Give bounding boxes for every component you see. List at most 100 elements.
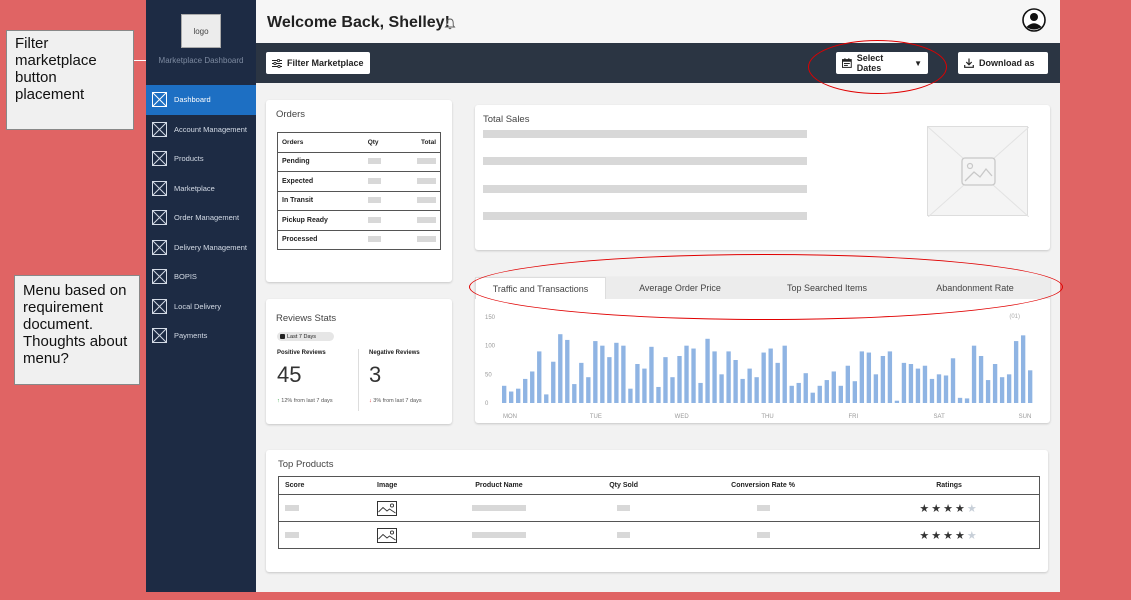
chart-bar[interactable]	[733, 360, 738, 403]
chart-bar[interactable]	[838, 385, 843, 403]
sidebar-item-dashboard[interactable]: Dashboard	[146, 85, 256, 115]
chart-bar[interactable]	[761, 352, 766, 403]
chart-bar[interactable]	[607, 357, 612, 403]
chart-bar[interactable]	[565, 339, 570, 403]
chart-bar[interactable]	[831, 371, 836, 403]
chart-bar[interactable]	[915, 368, 921, 403]
placeholder-line	[483, 185, 807, 193]
chart-bar[interactable]	[754, 377, 759, 403]
chart-bar[interactable]	[957, 397, 963, 403]
sidebar-item-account-management[interactable]: Account Management	[146, 115, 256, 145]
chart-bar[interactable]	[964, 398, 970, 403]
chart-bar[interactable]	[929, 378, 935, 403]
chart-bar[interactable]	[887, 351, 893, 403]
chart-bar[interactable]	[635, 364, 640, 403]
chart-bar[interactable]	[586, 377, 591, 403]
chart-bar[interactable]	[593, 341, 598, 403]
download-button[interactable]: Download as	[958, 52, 1048, 74]
filter-marketplace-button[interactable]: Filter Marketplace	[266, 52, 370, 74]
chart-bar[interactable]	[852, 381, 858, 403]
chart-bar[interactable]	[642, 368, 647, 403]
chart-bar[interactable]	[684, 345, 689, 403]
chart-bar[interactable]	[663, 357, 668, 403]
qty-sold-placeholder	[580, 494, 667, 522]
chart-bar[interactable]	[768, 348, 773, 403]
chart-bar[interactable]	[649, 346, 654, 403]
chart-bar[interactable]	[1027, 370, 1033, 403]
chart-bar[interactable]	[656, 386, 661, 403]
chart-bar[interactable]	[516, 388, 521, 403]
chart-bar[interactable]	[789, 385, 794, 403]
chart-bar[interactable]	[978, 355, 984, 403]
chart-bar[interactable]	[922, 365, 928, 403]
chart-bar[interactable]	[845, 365, 850, 403]
sidebar-item-order-management[interactable]: Order Management	[146, 203, 256, 233]
chart-bar[interactable]	[992, 364, 998, 403]
chart-bar[interactable]	[824, 380, 829, 403]
chart-bar[interactable]	[614, 342, 619, 403]
chart-bar[interactable]	[817, 385, 822, 403]
chart-bar[interactable]	[880, 355, 886, 403]
chart-bar[interactable]	[943, 375, 949, 403]
chart-bar[interactable]	[1020, 335, 1026, 403]
chart-bar[interactable]	[999, 377, 1005, 403]
chart-bar[interactable]	[691, 348, 696, 403]
logo[interactable]: logo	[181, 14, 221, 48]
chart-bar[interactable]	[544, 394, 549, 403]
sidebar-item-marketplace[interactable]: Marketplace	[146, 174, 256, 204]
sidebar-item-local-delivery[interactable]: Local Delivery	[146, 292, 256, 322]
chart-bar[interactable]	[726, 351, 731, 403]
legend-fragment: (01)	[1009, 314, 1020, 320]
chart-bar[interactable]	[1006, 374, 1012, 403]
chart-bar[interactable]	[971, 345, 977, 403]
chart-bar[interactable]	[523, 378, 528, 403]
chart-bar[interactable]	[628, 388, 633, 403]
chart-bar[interactable]	[502, 385, 507, 403]
image-placeholder-icon	[927, 126, 1030, 218]
chart-bar[interactable]	[747, 368, 752, 403]
chart-bar[interactable]	[698, 382, 703, 403]
chart-bar[interactable]	[894, 400, 900, 403]
chart-bar[interactable]	[719, 374, 724, 403]
chart-bar[interactable]	[985, 380, 991, 403]
chart-bar[interactable]	[1013, 341, 1019, 403]
chart-bar[interactable]	[859, 351, 865, 403]
chart-bar[interactable]	[509, 391, 514, 403]
user-avatar-icon[interactable]	[1022, 8, 1046, 32]
chart-bar[interactable]	[537, 351, 542, 403]
chart-bar[interactable]	[908, 364, 914, 403]
table-row[interactable]: ★★★★★	[277, 494, 1041, 522]
chart-bar[interactable]	[866, 352, 872, 403]
sidebar-item-bopis[interactable]: BOPIS	[146, 262, 256, 292]
last-7-days-badge[interactable]: Last 7 Days	[277, 332, 334, 341]
chart-bar[interactable]	[530, 371, 535, 403]
star-icon: ★	[919, 529, 932, 542]
chart-bar[interactable]	[677, 355, 682, 403]
chart-bar[interactable]	[621, 345, 626, 403]
chart-bar[interactable]	[810, 392, 815, 403]
chart-bar[interactable]	[936, 374, 942, 403]
chart-bar[interactable]	[950, 358, 956, 403]
chart-bar[interactable]	[558, 334, 563, 403]
chart-bar[interactable]	[705, 338, 710, 403]
chart-bar[interactable]	[551, 361, 556, 403]
chart-bar[interactable]	[901, 362, 907, 403]
sidebar-item-delivery-management[interactable]: Delivery Management	[146, 233, 256, 263]
chart-bar[interactable]	[579, 362, 584, 403]
sidebar-item-payments[interactable]: Payments	[146, 321, 256, 351]
download-icon	[964, 58, 974, 68]
bell-icon[interactable]	[443, 17, 457, 31]
sidebar-item-products[interactable]: Products	[146, 144, 256, 174]
chart-bar[interactable]	[796, 382, 801, 403]
chart-bar[interactable]	[803, 373, 808, 403]
filter-marketplace-label: Filter Marketplace	[287, 58, 364, 68]
chart-bar[interactable]	[670, 377, 675, 403]
chart-bar[interactable]	[572, 384, 577, 403]
chart-bar[interactable]	[775, 362, 780, 403]
chart-bar[interactable]	[873, 374, 879, 403]
chart-bar[interactable]	[600, 345, 605, 403]
chart-bar[interactable]	[782, 345, 787, 403]
chart-bar[interactable]	[712, 351, 717, 403]
table-row[interactable]: ★★★★★	[277, 521, 1041, 549]
chart-bar[interactable]	[740, 378, 745, 403]
